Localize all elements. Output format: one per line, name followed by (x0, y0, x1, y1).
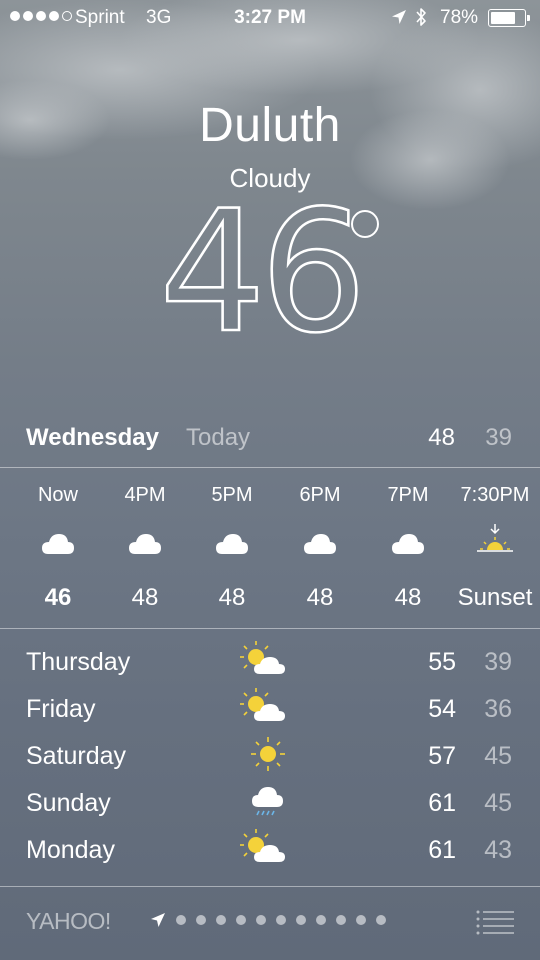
day-high: 57 (428, 742, 456, 770)
day-low: 45 (484, 742, 512, 770)
day-low: 43 (484, 836, 512, 864)
day-name: Sunday (26, 789, 111, 817)
hourly-forecast[interactable]: Now 46 4PM 48 5PM 48 6PM 48 7PM 48 7:30P… (0, 470, 540, 628)
hour-label: 7PM (387, 484, 429, 506)
day-name: Thursday (26, 648, 131, 676)
page-dot (236, 915, 246, 925)
today-day-name: Wednesday (26, 424, 159, 451)
page-dot (176, 915, 186, 925)
city-list-button[interactable] (476, 910, 514, 936)
day-high: 55 (428, 648, 456, 676)
daily-row: Thursday 55 39 (0, 640, 540, 684)
day-name: Saturday (26, 742, 127, 770)
cloud-icon (392, 534, 424, 554)
partly-cloudy-icon (240, 641, 285, 674)
day-high: 61 (428, 789, 456, 817)
cloud-icon (42, 534, 74, 554)
hour-temp: 48 (394, 584, 422, 611)
page-dot (256, 915, 266, 925)
day-low: 36 (484, 695, 512, 723)
page-dot (316, 915, 326, 925)
page-dot (216, 915, 226, 925)
sun-icon (251, 737, 285, 771)
daily-row: Monday 61 43 (0, 828, 540, 872)
today-label: Today (186, 424, 251, 451)
current-temperature-value: 46 (160, 196, 360, 341)
hour-temp: 46 (44, 584, 72, 611)
cloud-icon (129, 534, 161, 554)
today-high: 48 (428, 424, 455, 451)
hour-temp: 48 (218, 584, 246, 611)
hour-temp: 48 (306, 584, 334, 611)
battery-fill (491, 12, 516, 24)
hour-temp: Sunset (457, 584, 533, 611)
hour-label: 7:30PM (460, 484, 530, 506)
bluetooth-icon (416, 8, 426, 26)
hourly-item: 7PM 48 (364, 470, 452, 628)
page-dot (276, 915, 286, 925)
current-temperature: 46 (160, 196, 360, 341)
current-condition: Cloudy (229, 163, 311, 193)
status-bar: Sprint 3G 3:27 PM 78% (0, 0, 540, 38)
page-indicator[interactable] (150, 912, 386, 928)
battery-percentage: 78% (440, 7, 479, 28)
divider (0, 628, 540, 629)
city-name: Duluth (199, 99, 341, 152)
day-high: 61 (428, 836, 456, 864)
today-low: 39 (485, 424, 512, 451)
list-icon (476, 910, 514, 935)
day-high: 54 (428, 695, 456, 723)
battery-icon (488, 9, 530, 27)
page-dot (336, 915, 346, 925)
hourly-item: 5PM 48 (188, 470, 276, 628)
day-name: Monday (26, 836, 115, 864)
hour-label: 6PM (299, 484, 341, 506)
hour-label: 4PM (124, 484, 166, 506)
daily-row: Friday 54 36 (0, 687, 540, 731)
hourly-item: 4PM 48 (101, 470, 189, 628)
sunset-icon (477, 524, 513, 552)
hour-temp: 48 (131, 584, 159, 611)
hour-label: Now (37, 484, 78, 506)
day-name: Friday (26, 695, 96, 723)
daily-row: Saturday 57 45 (0, 734, 540, 778)
yahoo-logo-link[interactable]: YAHOO! (26, 908, 111, 935)
cloud-icon (216, 534, 248, 554)
footer-toolbar: YAHOO! (0, 886, 540, 960)
hourly-item: Now 46 (14, 470, 102, 628)
hourly-item: 6PM 48 (276, 470, 364, 628)
page-dot (196, 915, 206, 925)
day-low: 39 (484, 648, 512, 676)
rain-icon (252, 787, 283, 816)
cloud-icon (304, 534, 336, 554)
partly-cloudy-icon (240, 688, 285, 721)
hourly-item: 7:30PM Sunset (452, 470, 538, 628)
partly-cloudy-icon (240, 829, 285, 862)
day-low: 45 (484, 789, 512, 817)
hour-label: 5PM (211, 484, 253, 506)
page-dot (296, 915, 306, 925)
divider (0, 467, 540, 468)
daily-row: Sunday 61 45 (0, 781, 540, 825)
current-location-icon (151, 913, 165, 927)
page-dot (376, 915, 386, 925)
location-arrow-icon (392, 10, 406, 24)
today-summary: Wednesday Today 48 39 (0, 420, 540, 456)
degree-symbol (351, 210, 379, 238)
page-dot (356, 915, 366, 925)
